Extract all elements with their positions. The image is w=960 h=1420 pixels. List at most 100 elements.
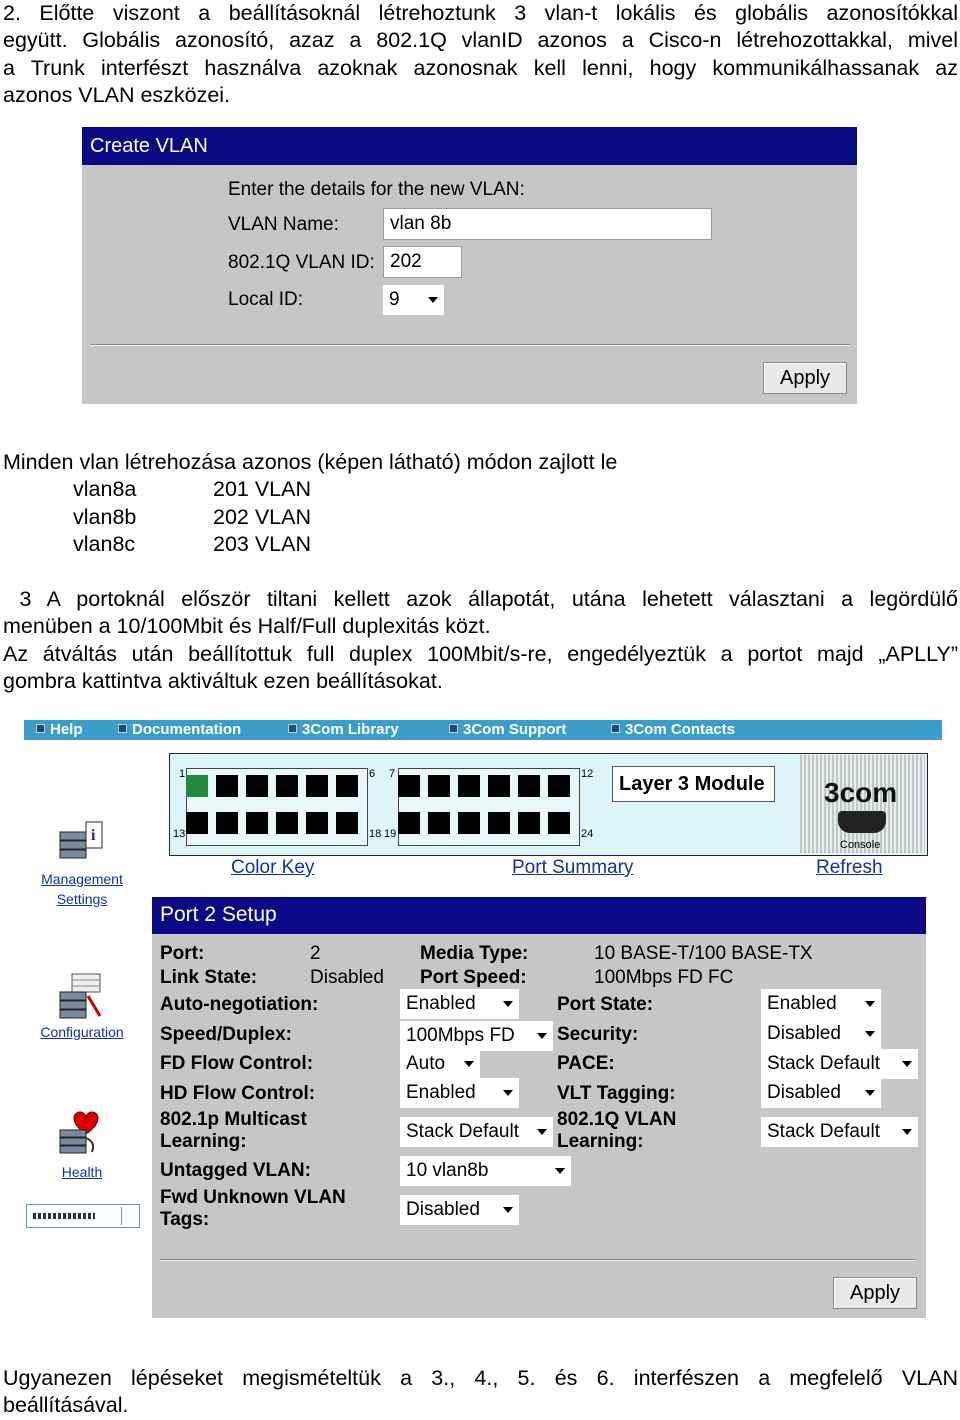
ethernet-port-icon[interactable] <box>216 775 238 797</box>
auto-negotiation-select[interactable]: Enabled <box>400 989 519 1019</box>
pace-select[interactable]: Stack Default <box>761 1049 918 1079</box>
ethernet-port-icon[interactable] <box>518 775 540 797</box>
ethernet-port-icon[interactable] <box>306 812 328 834</box>
untagged-vlan-select[interactable]: 10 vlan8b <box>400 1156 571 1186</box>
multicast-learning-select[interactable]: Stack Default <box>400 1117 553 1147</box>
hd-flow-control-label: HD Flow Control: <box>160 1083 316 1104</box>
apply-button[interactable]: Apply <box>763 362 847 394</box>
color-key-link[interactable]: Color Key <box>231 857 314 879</box>
bullet-icon <box>611 724 620 733</box>
create-vlan-title: Create VLAN <box>82 127 857 165</box>
ethernet-port-icon[interactable] <box>458 812 480 834</box>
ethernet-port-icon[interactable] <box>276 812 298 834</box>
fwd-unknown-vlan-select[interactable]: Disabled <box>400 1195 519 1225</box>
status-dots-icon <box>33 1213 95 1219</box>
sidebar-management-link[interactable]: Management Settings <box>32 869 132 909</box>
ethernet-port-icon[interactable] <box>246 812 268 834</box>
ethernet-port-icon[interactable] <box>186 775 208 797</box>
ethernet-port-icon[interactable] <box>458 775 480 797</box>
ethernet-port-icon[interactable] <box>518 812 540 834</box>
chevron-down-icon <box>865 1090 875 1096</box>
ethernet-port-icon[interactable] <box>548 775 570 797</box>
chevron-down-icon <box>555 1168 565 1174</box>
pace-label: PACE: <box>557 1053 615 1074</box>
ethernet-port-icon[interactable] <box>216 812 238 834</box>
port-number: 6 <box>369 768 376 780</box>
speed-duplex-select[interactable]: 100Mbps FD <box>400 1021 553 1051</box>
port-number: 12 <box>581 768 594 780</box>
ethernet-port-icon[interactable] <box>336 775 358 797</box>
ethernet-port-icon[interactable] <box>186 812 208 834</box>
port-state-select[interactable]: Enabled <box>761 989 881 1019</box>
vlan-learning-select[interactable]: Stack Default <box>761 1117 918 1147</box>
port-summary-link[interactable]: Port Summary <box>512 857 633 879</box>
logo-text: 3com <box>824 777 898 808</box>
intro-line: 2. Előtte viszont a beállításoknál létre… <box>3 1 958 25</box>
ethernet-port-icon[interactable] <box>306 775 328 797</box>
ethernet-port-icon[interactable] <box>488 775 510 797</box>
chevron-down-icon <box>537 1033 547 1039</box>
menu-3com-library[interactable]: 3Com Library <box>288 720 399 740</box>
sidebar-health-link[interactable]: Health <box>32 1162 132 1182</box>
layer3-module-label: Layer 3 Module <box>612 766 775 802</box>
port-speed-label: Port Speed: <box>420 967 527 988</box>
apply-button[interactable]: Apply <box>833 1277 917 1309</box>
management-icon[interactable]: i <box>58 818 104 866</box>
menu-documentation[interactable]: Documentation <box>118 720 241 740</box>
bullet-icon <box>36 724 45 733</box>
local-id-select[interactable]: 9 <box>383 285 444 315</box>
vlan-id-input[interactable]: 202 <box>383 246 462 278</box>
sidebar-configuration-link[interactable]: Configuration <box>32 1022 132 1042</box>
vlan-list-item: vlan8b 202 VLAN <box>73 504 312 529</box>
bullet-icon <box>449 724 458 733</box>
chevron-down-icon <box>503 1090 513 1096</box>
chevron-down-icon <box>464 1061 474 1067</box>
vlt-tagging-label: VLT Tagging: <box>557 1083 676 1104</box>
port-speed-value: 100Mbps FD FC <box>594 967 734 988</box>
ethernet-port-icon[interactable] <box>428 775 450 797</box>
3com-logo: 3com Console <box>800 755 925 853</box>
fd-flow-control-select[interactable]: Auto <box>400 1049 480 1079</box>
port-setup-title: Port 2 Setup <box>152 897 926 934</box>
intro-paragraph: 2. Előtte viszont a beállításoknál létre… <box>3 0 958 109</box>
port-number: 18 <box>369 828 382 840</box>
security-label: Security: <box>557 1024 639 1045</box>
menu-help[interactable]: Help <box>36 720 83 740</box>
ethernet-port-icon[interactable] <box>548 812 570 834</box>
menu-3com-contacts[interactable]: 3Com Contacts <box>611 720 735 740</box>
vlan-list-item: vlan8c 203 VLAN <box>73 531 312 556</box>
vlan-name-input[interactable]: vlan 8b <box>383 208 712 240</box>
media-type-value: 10 BASE-T/100 BASE-TX <box>594 943 813 964</box>
chevron-down-icon <box>503 1207 513 1213</box>
vlan-id-label: 802.1Q VLAN ID: <box>228 252 375 273</box>
hd-flow-control-select[interactable]: Enabled <box>400 1078 519 1108</box>
vlan-list-intro: Minden vlan létrehozása azonos (képen lá… <box>3 450 618 474</box>
vlan-name-label: VLAN Name: <box>228 214 339 235</box>
port-line: 3 A portoknál először tiltani kellett az… <box>3 587 958 611</box>
chevron-down-icon <box>902 1061 912 1067</box>
menu-3com-support[interactable]: 3Com Support <box>449 720 566 740</box>
chevron-down-icon <box>865 1001 875 1007</box>
ethernet-port-icon[interactable] <box>276 775 298 797</box>
vlan-list-paragraph: Minden vlan létrehozása azonos (képen lá… <box>3 449 958 558</box>
ethernet-port-icon[interactable] <box>398 812 420 834</box>
security-select[interactable]: Disabled <box>761 1019 881 1049</box>
ethernet-port-icon[interactable] <box>246 775 268 797</box>
port-number: 7 <box>389 768 396 780</box>
bullet-icon <box>288 724 297 733</box>
refresh-link[interactable]: Refresh <box>816 857 883 879</box>
port-number: 13 <box>173 828 186 840</box>
speed-duplex-label: Speed/Duplex: <box>160 1024 292 1045</box>
health-icon[interactable] <box>58 1108 104 1156</box>
closing-line: Ugyanezen lépéseket megismételtük a 3., … <box>3 1366 958 1390</box>
ethernet-port-icon[interactable] <box>488 812 510 834</box>
ethernet-port-icon[interactable] <box>336 812 358 834</box>
fwd-unknown-vlan-label: Fwd Unknown VLAN Tags: <box>160 1187 346 1230</box>
top-menu-bar: Help Documentation 3Com Library 3Com Sup… <box>24 720 942 740</box>
ethernet-port-icon[interactable] <box>428 812 450 834</box>
port-state-label: Port State: <box>557 994 654 1015</box>
vlt-tagging-select[interactable]: Disabled <box>761 1078 881 1108</box>
fd-flow-control-label: FD Flow Control: <box>160 1053 314 1074</box>
ethernet-port-icon[interactable] <box>398 775 420 797</box>
configuration-icon[interactable] <box>58 972 104 1020</box>
